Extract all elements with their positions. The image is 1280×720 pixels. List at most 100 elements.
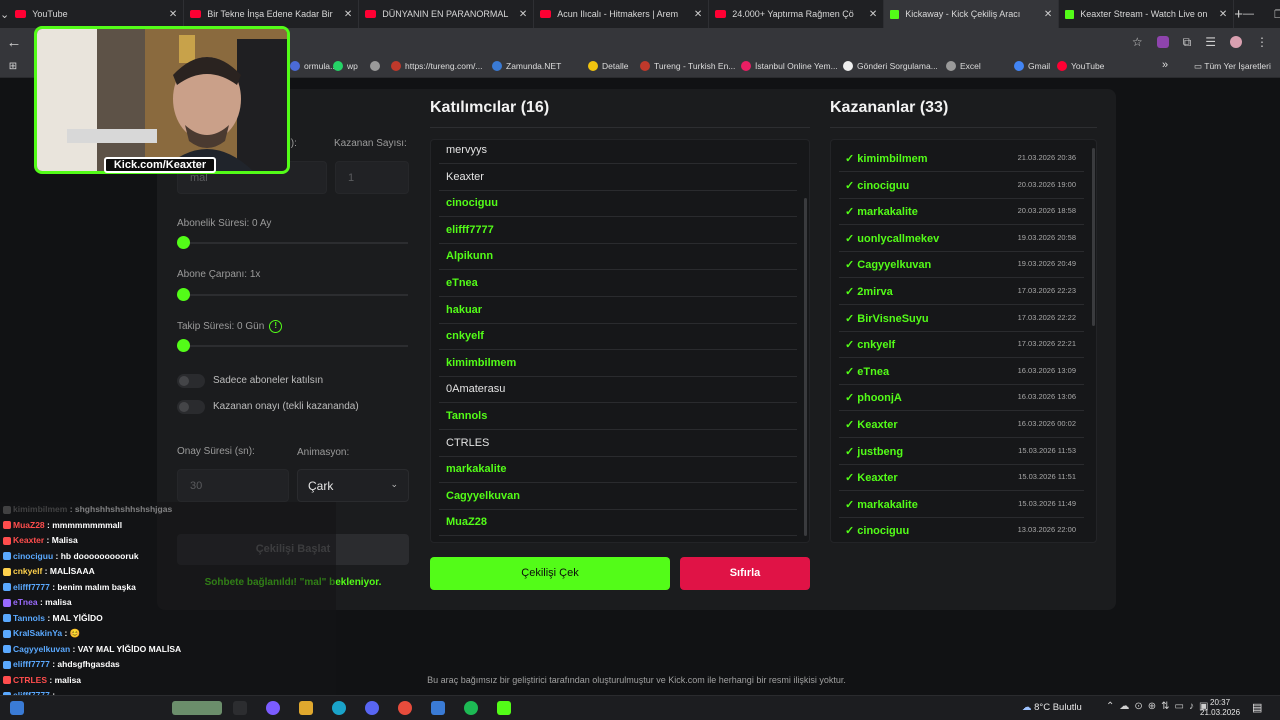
weather-widget[interactable]: ☁ 8°C Bulutlu [1022,702,1082,713]
participants-scrollbar[interactable] [804,198,807,536]
animation-select[interactable]: Çark ⌄ [297,469,409,502]
app-icon[interactable] [431,701,445,715]
browser-tab[interactable]: YouTube ✕ [9,0,185,28]
participant-row: 0Amaterasu [439,377,797,404]
slider-handle[interactable] [177,288,190,301]
chat-badge-icon [3,552,11,561]
confirm-time-input[interactable]: 30 [177,469,289,502]
close-tab-icon[interactable]: ✕ [1219,9,1227,20]
winner-count-input[interactable]: 1 [335,161,409,194]
bookmark-item[interactable] [370,61,384,71]
close-tab-icon[interactable]: ✕ [1044,9,1052,20]
participant-row: CTRLES [439,431,797,457]
maximize-icon[interactable]: ❐ [1274,8,1280,21]
chrome-icon[interactable] [398,701,412,715]
bookmark-item[interactable]: Excel [946,61,981,71]
follow-duration-slider[interactable] [177,339,408,352]
sub-multiplier-slider[interactable] [177,288,408,301]
task-view-icon[interactable] [233,701,247,715]
widgets-icon[interactable] [172,701,222,715]
bookmark-label: Excel [960,61,981,71]
reset-button[interactable]: Sıfırla [680,557,810,590]
winner-confirm-toggle[interactable] [177,400,205,414]
new-tab-button[interactable]: + [1234,6,1243,23]
browser-tab[interactable]: Kickaway - Kick Çekiliş Aracı ✕ [884,0,1060,28]
bookmark-item[interactable]: Tureng - Turkish En... [640,61,735,71]
copilot-icon[interactable] [266,701,280,715]
chat-username: elifff7777 [13,659,50,669]
bookmark-item[interactable]: ormula... [290,61,337,71]
bookmark-item[interactable]: Zamunda.NET [492,61,561,71]
menu-kebab-icon[interactable]: ⋮ [1256,35,1268,49]
winner-name: ✓ cinociguu [845,179,910,192]
winner-row: ✓ BirVisneSuyu 17.03.2026 22:22 [839,305,1084,332]
system-clock[interactable]: 20:37 21.03.2026 [1200,698,1240,718]
bookmark-item[interactable]: https://tureng.com/... [391,61,482,71]
draw-giveaway-button[interactable]: Çekilişi Çek [430,557,670,590]
kick-app-icon[interactable] [497,701,511,715]
bookmark-item[interactable]: Gmail [1014,61,1050,71]
close-tab-icon[interactable]: ✕ [694,9,702,20]
tab-title: Kickaway - Kick Çekiliş Aracı [905,9,1021,19]
winner-date: 15.03.2026 11:49 [1018,498,1076,508]
browser-tab[interactable]: Acun Ilıcalı - Hitmakers | Arem ✕ [534,0,710,28]
winners-title: Kazananlar (33) [830,99,949,116]
chat-username: CTRLES [13,674,47,685]
chat-message: Keaxter : Malisa [3,535,78,545]
discord-icon[interactable] [365,701,379,715]
winners-scrollbar[interactable] [1092,148,1095,326]
close-tab-icon[interactable]: ✕ [519,9,527,20]
chat-text: shghshhshshhshshjgas [74,504,173,514]
participants-list[interactable]: mervyys Keaxter cinociguu elifff7777 Alpikun… [430,139,810,543]
chat-username: elifff7777 [13,581,50,592]
bookmark-item[interactable]: YouTube [1057,61,1104,71]
start-icon[interactable] [10,701,24,715]
bookmarks-overflow-icon[interactable]: » [1162,59,1168,71]
system-tray[interactable]: ⌃☁⊙⊕⇅▭♪▣ [1106,701,1213,712]
close-tab-icon[interactable]: ✕ [344,9,352,20]
chat-username: MuaZ28 [13,519,45,530]
browser-tab[interactable]: 24.000+ Yaptırma Rağmen Çö ✕ [709,0,885,28]
browser-tab[interactable]: DÜNYANIN EN PARANORMAL ✕ [359,0,535,28]
bookmark-item[interactable]: İstanbul Online Yem... [741,61,838,71]
edge-icon[interactable] [332,701,346,715]
extension-icon[interactable] [1156,36,1169,48]
extensions-puzzle-icon[interactable]: ⧉ [1183,35,1192,50]
bookmark-favicon-icon [333,61,343,71]
chat-text: VAY MAL YİĞİDO MALİSA [77,643,182,654]
chat-message: cinociguu : hb doooooooooruk [3,551,139,561]
bookmark-item[interactable]: Gönderi Sorgulama... [843,61,938,71]
reading-list-icon[interactable]: ☰ [1205,35,1216,49]
browser-tab[interactable]: Keaxter Stream - Watch Live on ✕ [1059,0,1235,28]
participant-row: Keaxter [439,165,797,191]
all-bookmarks-link[interactable]: ▭ Tüm Yer İşaretleri [1194,61,1271,72]
youtube-favicon-icon [15,10,27,18]
webcam-overlay [34,26,290,174]
file-explorer-icon[interactable] [299,701,313,715]
chat-text: Malisa [51,535,78,545]
folder-icon: ▭ [1194,61,1205,71]
spotify-icon[interactable] [464,701,478,715]
slider-handle[interactable] [177,236,190,249]
winner-date: 19.03.2026 20:49 [1017,259,1076,269]
close-tab-icon[interactable]: ✕ [169,9,177,20]
bookmark-item[interactable]: wp [333,61,358,71]
info-icon[interactable]: ! [269,320,283,333]
minimize-icon[interactable]: — [1243,8,1254,21]
browser-tab[interactable]: Bir Tekne İnşa Edene Kadar Bir ✕ [184,0,360,28]
apps-grid-icon[interactable]: ⊞ [0,61,26,72]
chat-separator: : [44,535,52,545]
tab-search-icon[interactable]: ⌄ [0,8,9,21]
close-tab-icon[interactable]: ✕ [869,9,877,20]
winners-list[interactable]: ✓ kimimbilmem 21.03.2026 20:36 ✓ cinociguu… [830,139,1097,543]
back-arrow-icon[interactable]: ← [0,34,28,51]
bookmark-item[interactable]: Detalle [588,61,628,71]
subs-only-toggle[interactable] [177,374,205,388]
bookmark-star-icon[interactable]: ☆ [1132,35,1143,49]
sub-duration-slider[interactable] [177,236,408,249]
notification-icon[interactable]: ▤ [1252,701,1262,714]
tab-title: YouTube [32,9,68,19]
chat-text: malisa [45,597,72,607]
slider-handle[interactable] [177,339,190,352]
profile-avatar[interactable] [1230,36,1242,48]
